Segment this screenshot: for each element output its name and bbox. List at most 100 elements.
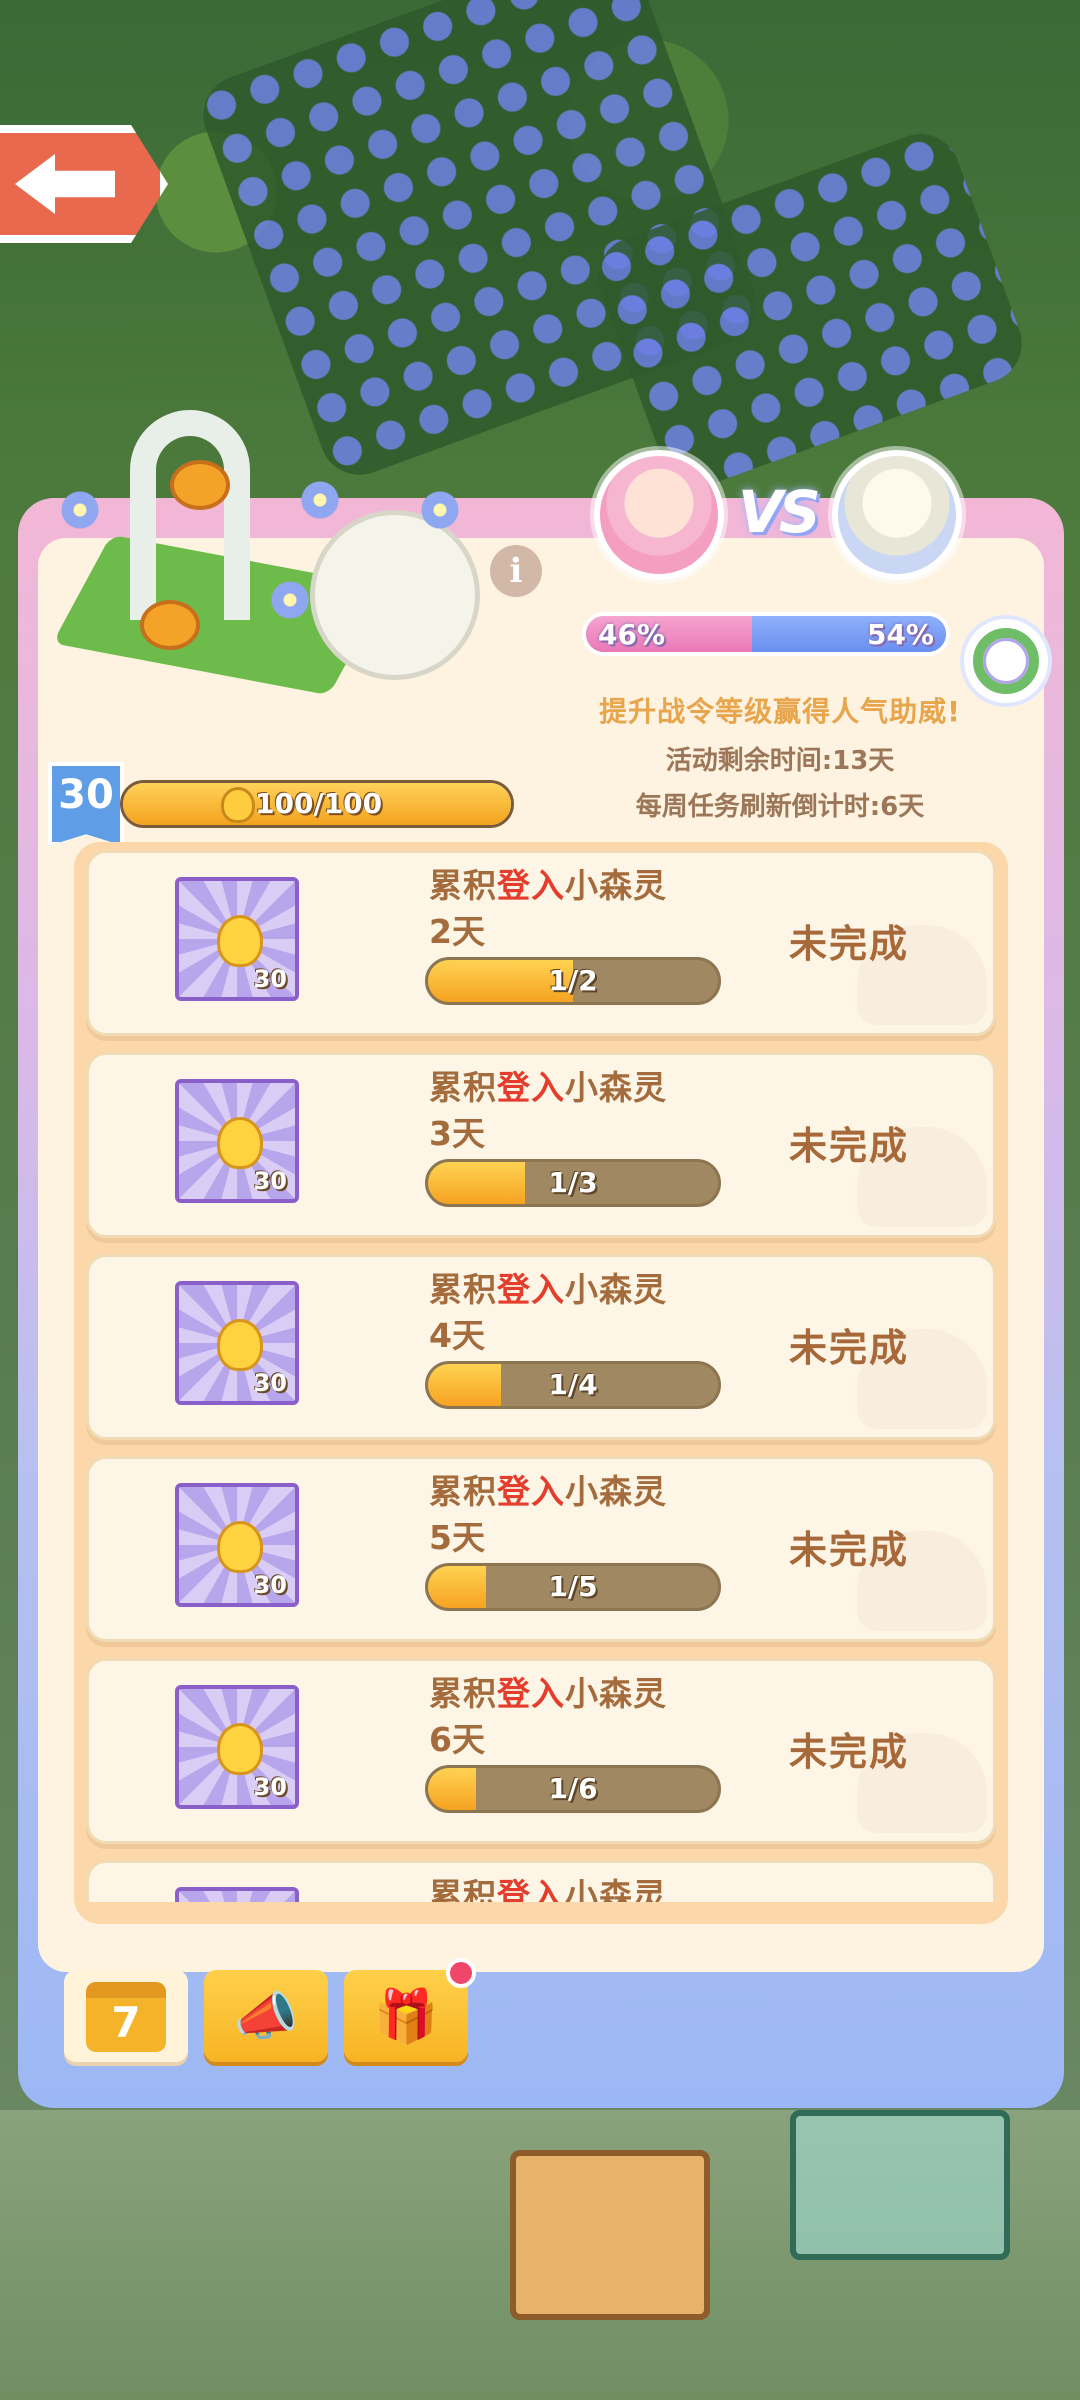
activity-timer: 活动剩余时间:13天 (665, 746, 895, 776)
reward-quantity: 30 (253, 1571, 287, 1599)
task-title: 累积登入小森灵 (429, 1869, 667, 1902)
notification-dot (446, 1958, 476, 1988)
task-progress-text: 1/5 (548, 1570, 598, 1603)
reward-item-icon[interactable]: 30 (175, 1079, 299, 1203)
greenhouse-decoration (790, 2110, 1010, 2260)
blue-flower-icon (420, 490, 460, 530)
reward-item-icon[interactable]: 30 (175, 1685, 299, 1809)
exp-text: 100/100 (255, 787, 383, 820)
reward-quantity: 30 (253, 1773, 287, 1801)
task-progress-bar: 1/4 (425, 1361, 721, 1409)
calendar-icon: 7 (86, 1982, 166, 2052)
promo-text: 提升战令等级赢得人气助威! (599, 695, 961, 728)
village-scene (0, 2110, 1080, 2400)
task-title: 累积登入小森灵 (429, 1667, 667, 1715)
task-title-suffix: 小森灵 (565, 1068, 667, 1107)
task-status: 未完成 (789, 1124, 910, 1168)
task-title-highlight: 登入 (497, 1674, 565, 1713)
reward-item-icon[interactable]: 30 (175, 877, 299, 1001)
task-progress-bar: 1/3 (425, 1159, 721, 1207)
wreath-icon (973, 628, 1039, 694)
pink-team-percent: 46% (598, 618, 666, 651)
task-days: 6天 (429, 1720, 485, 1759)
task-title: 累积登入小森灵 (429, 1061, 667, 1109)
task-title-suffix: 小森灵 (565, 1674, 667, 1713)
task-title-prefix: 累积 (429, 1876, 497, 1902)
reward-item-icon[interactable] (175, 1887, 299, 1902)
task-title-highlight: 登入 (497, 1270, 565, 1309)
reward-item-icon[interactable]: 30 (175, 1483, 299, 1607)
task-progress-text: 1/6 (548, 1772, 598, 1805)
task-title-prefix: 累积 (429, 1068, 497, 1107)
tab-cheer[interactable]: 📣 (204, 1970, 328, 2062)
chick-coin-icon (217, 915, 263, 967)
task-status: 未完成 (789, 1730, 910, 1774)
task-progress-bar: 1/6 (425, 1765, 721, 1813)
level-badge: 30 (48, 762, 124, 846)
chick-coin-icon (217, 1723, 263, 1775)
task-progress-text: 1/3 (548, 1166, 598, 1199)
house-decoration (510, 2150, 710, 2320)
task-row[interactable]: 30 累积登入小森灵 3天 1/3 未完成 (86, 1052, 996, 1238)
task-title-prefix: 累积 (429, 1674, 497, 1713)
task-title-prefix: 累积 (429, 1270, 497, 1309)
task-progress-bar: 1/2 (425, 957, 721, 1005)
task-title: 累积登入小森灵 (429, 1465, 667, 1513)
task-title-highlight: 登入 (497, 1472, 565, 1511)
task-status: 未完成 (789, 1326, 910, 1370)
task-title-prefix: 累积 (429, 866, 497, 905)
info-button[interactable]: i (490, 545, 542, 597)
event-illustration (40, 390, 480, 730)
chick-coin-icon (217, 1117, 263, 1169)
task-status: 未完成 (789, 922, 910, 966)
back-arrow-icon (15, 154, 115, 214)
tab-daily-login[interactable]: 7 (64, 1970, 188, 2062)
task-row[interactable]: 30 累积登入小森灵 2天 1/2 未完成 (86, 850, 996, 1036)
task-list-container[interactable]: 30 累积登入小森灵 2天 1/2 未完成 30 累积登入小森灵 3天 1/3 … (74, 842, 1008, 1924)
task-title-suffix: 小森灵 (565, 1270, 667, 1309)
chick-figure (140, 600, 200, 650)
task-row[interactable]: 30 累积登入小森灵 6天 1/6 未完成 (86, 1658, 996, 1844)
reward-quantity: 30 (253, 1369, 287, 1397)
gift-icon: 🎁 (373, 1986, 439, 2047)
task-row[interactable]: 30 累积登入小森灵 5天 1/5 未完成 (86, 1456, 996, 1642)
task-progress-text: 1/2 (548, 964, 598, 997)
exp-progress-bar: 100/100 (120, 780, 514, 828)
task-row[interactable]: 30 累积登入小森灵 4天 1/4 未完成 (86, 1254, 996, 1440)
vote-share-bar: 46% 54% (582, 612, 950, 656)
task-title-suffix: 小森灵 (565, 1472, 667, 1511)
chick-coin-icon (217, 1521, 263, 1573)
task-title: 累积登入小森灵 (429, 1263, 667, 1311)
task-title-suffix: 小森灵 (565, 1876, 667, 1902)
task-title-prefix: 累积 (429, 1472, 497, 1511)
task-status: 未完成 (789, 1528, 910, 1572)
tab-rewards[interactable]: 🎁 (344, 1970, 468, 2062)
chick-figure (170, 460, 230, 510)
weekly-refresh-timer: 每周任务刷新倒计时:6天 (635, 792, 925, 822)
reward-quantity: 30 (253, 965, 287, 993)
task-days: 3天 (429, 1114, 485, 1153)
task-days: 5天 (429, 1518, 485, 1557)
blue-flower-icon (300, 480, 340, 520)
task-days: 4天 (429, 1316, 485, 1355)
blue-team-avatar (832, 450, 962, 580)
task-row[interactable]: 累积登入小森灵 (86, 1860, 996, 1902)
task-progress-text: 1/4 (548, 1368, 598, 1401)
task-title-highlight: 登入 (497, 866, 565, 905)
pink-team-avatar (594, 450, 724, 580)
chick-coin-icon (221, 787, 255, 823)
reward-item-icon[interactable]: 30 (175, 1281, 299, 1405)
task-title-highlight: 登入 (497, 1876, 565, 1902)
horn-icon: 📣 (233, 1986, 299, 2047)
task-days: 2天 (429, 912, 485, 951)
task-title-highlight: 登入 (497, 1068, 565, 1107)
reward-quantity: 30 (253, 1167, 287, 1195)
calendar-number: 7 (111, 1998, 141, 2047)
stone-arch (130, 410, 250, 620)
blue-flower-icon (60, 490, 100, 530)
task-title-suffix: 小森灵 (565, 866, 667, 905)
blue-flower-icon (270, 580, 310, 620)
chick-coin-icon (217, 1319, 263, 1371)
blue-team-percent: 54% (866, 618, 934, 651)
task-list[interactable]: 30 累积登入小森灵 2天 1/2 未完成 30 累积登入小森灵 3天 1/3 … (82, 850, 1000, 1902)
